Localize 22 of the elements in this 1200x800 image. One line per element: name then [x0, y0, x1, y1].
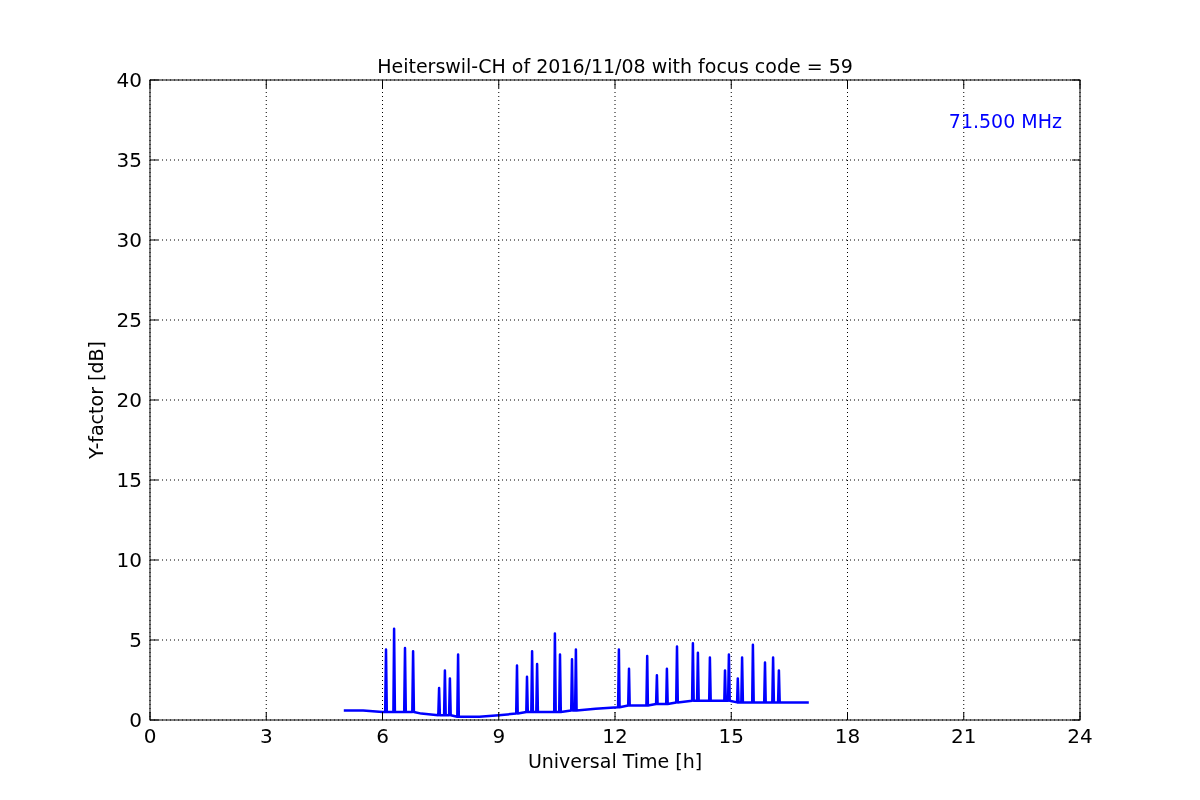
x-tick-label: 6: [376, 724, 389, 748]
x-tick-label: 3: [259, 724, 273, 748]
y-tick-label: 0: [129, 708, 142, 732]
y-tick-label: 40: [116, 68, 142, 92]
y-tick-label: 30: [116, 228, 142, 252]
x-tick-label: 18: [834, 724, 861, 748]
y-tick-label: 35: [116, 148, 142, 172]
chart-title: Heiterswil-CH of 2016/11/08 with focus code = 59: [377, 55, 853, 77]
y-tick-label: 10: [116, 548, 142, 572]
y-tick-label: 25: [116, 308, 142, 332]
x-tick-label: 15: [718, 724, 744, 748]
x-tick-label: 24: [1067, 724, 1093, 748]
y-tick-label: 20: [116, 388, 142, 412]
x-tick-label: 12: [602, 724, 628, 748]
frequency-annotation: 71.500 MHz: [948, 110, 1062, 132]
y-axis-label: Y-factor [dB]: [85, 341, 107, 459]
x-tick-label: 21: [951, 724, 977, 748]
y-tick-label: 5: [129, 628, 142, 652]
y-tick-label: 15: [116, 468, 142, 492]
x-tick-label: 0: [143, 724, 157, 748]
x-axis-label: Universal Time [h]: [527, 750, 703, 772]
x-tick-label: 9: [492, 724, 506, 748]
